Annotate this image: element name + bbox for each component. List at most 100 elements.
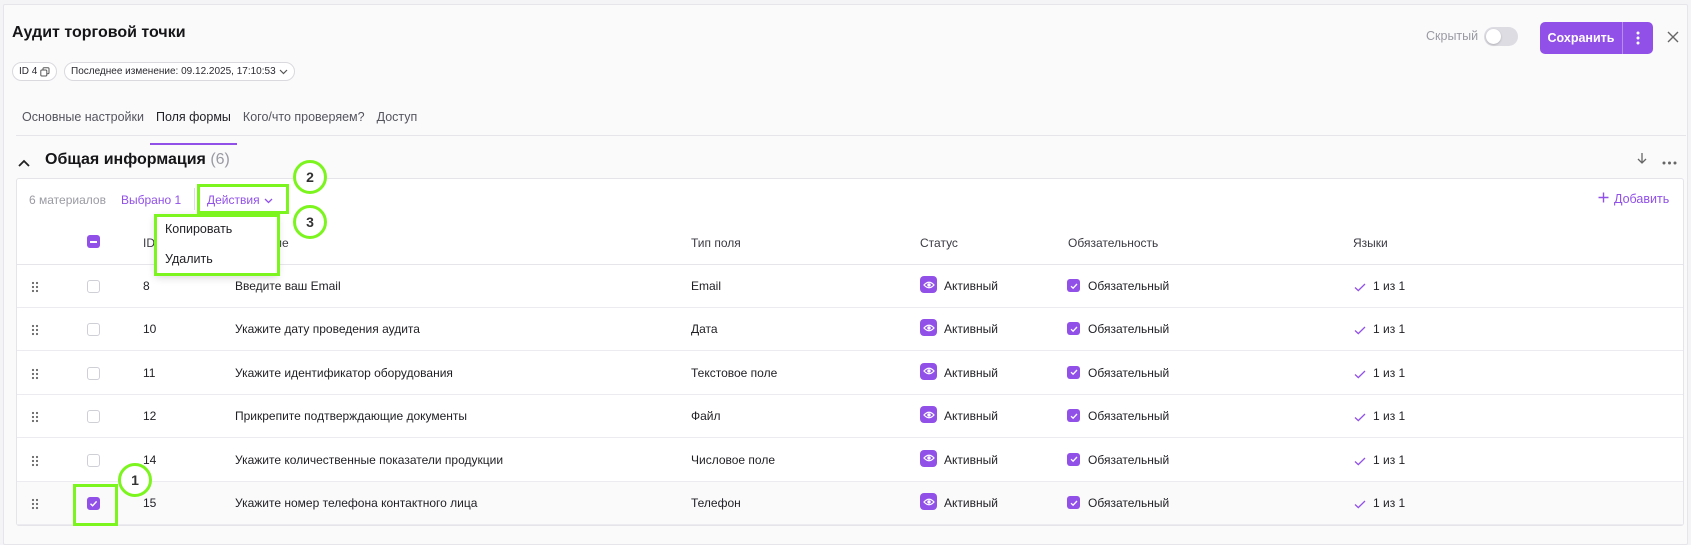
cell-langs: 1 из 1 xyxy=(1373,322,1406,337)
cell-required: Обязательный xyxy=(1088,322,1170,337)
cell-type: Телефон xyxy=(691,496,741,510)
toolbar-divider xyxy=(194,188,195,210)
cell-status: Активный xyxy=(944,322,998,337)
cell-id: 8 xyxy=(143,279,150,293)
cell-status: Активный xyxy=(944,409,998,424)
save-button[interactable]: Сохранить xyxy=(1540,31,1622,45)
cell-name: Укажите номер телефона контактного лица xyxy=(235,496,478,510)
col-type: Тип поля xyxy=(691,236,741,250)
add-button[interactable]: Добавить xyxy=(1598,192,1669,206)
cell-id: 14 xyxy=(143,452,157,467)
cell-name: Введите ваш Email xyxy=(235,279,341,293)
table-row[interactable]: 11 Укажите идентификатор оборудования Текс… xyxy=(17,352,1683,395)
table-row[interactable]: 12 Прикрепите подтверждающие документы Фай… xyxy=(17,395,1683,439)
drag-handle-icon[interactable] xyxy=(31,367,39,385)
table-row[interactable]: 14 Укажите количественные показатели прод… xyxy=(17,439,1683,482)
drag-handle-icon[interactable] xyxy=(31,497,39,515)
hidden-toggle[interactable] xyxy=(1484,27,1518,46)
required-checkbox[interactable] xyxy=(1067,409,1080,423)
row-checkbox[interactable] xyxy=(87,366,100,380)
drag-handle-icon[interactable] xyxy=(31,410,39,428)
row-checkbox[interactable] xyxy=(87,410,100,424)
cell-type: Файл xyxy=(691,409,721,424)
col-required: Обязательность xyxy=(1068,236,1159,250)
annotation-badge-3: 3 xyxy=(293,205,327,239)
drag-handle-icon[interactable] xyxy=(31,323,39,341)
required-checkbox[interactable] xyxy=(1067,322,1080,336)
cell-id: 12 xyxy=(143,409,157,424)
cell-status: Активный xyxy=(944,452,998,467)
chevron-up-icon[interactable] xyxy=(18,154,30,172)
drag-handle-icon[interactable] xyxy=(31,454,39,472)
last-change-chip[interactable]: Последнее изменение: 09.12.2025, 17:10:5… xyxy=(64,62,295,81)
cell-langs: 1 из 1 xyxy=(1373,279,1406,293)
cell-langs: 1 из 1 xyxy=(1373,496,1406,510)
section-title-text: Общая информация xyxy=(45,151,206,168)
row-checkbox[interactable] xyxy=(87,453,100,467)
check-icon xyxy=(1354,279,1366,297)
id-chip[interactable]: ID 4 xyxy=(12,62,58,81)
required-checkbox[interactable] xyxy=(1067,496,1080,509)
check-icon xyxy=(1354,366,1366,384)
cell-type: Email xyxy=(691,279,722,293)
cell-type: Числовое поле xyxy=(691,452,776,467)
cell-required: Обязательный xyxy=(1088,452,1170,467)
cell-name: Укажите идентификатор оборудования xyxy=(235,365,453,380)
cell-required: Обязательный xyxy=(1088,365,1170,380)
check-icon xyxy=(1354,322,1366,340)
cell-name: Укажите количественные показатели продук… xyxy=(235,452,504,467)
highlight-dropdown xyxy=(154,214,280,276)
hidden-label: Скрытый xyxy=(1426,29,1479,43)
eye-icon xyxy=(920,406,937,424)
required-checkbox[interactable] xyxy=(1067,365,1080,379)
materials-count: 6 материалов xyxy=(29,193,106,207)
copy-icon xyxy=(40,66,50,77)
cell-langs: 1 из 1 xyxy=(1373,452,1406,467)
tab-who-check[interactable]: Кого/что проверяем? xyxy=(237,110,371,136)
plus-icon xyxy=(1598,192,1609,206)
cell-langs: 1 из 1 xyxy=(1373,409,1406,424)
col-langs: Языки xyxy=(1353,236,1388,250)
tab-main-settings[interactable]: Основные настройки xyxy=(16,110,150,136)
cell-name: Прикрепите подтверждающие документы xyxy=(235,409,468,424)
cell-status: Активный xyxy=(944,496,998,510)
col-status: Статус xyxy=(920,236,958,250)
tabs: Основные настройки Поля формы Кого/что п… xyxy=(16,110,424,145)
cell-name: Укажите дату проведения аудита xyxy=(235,322,420,337)
tab-access[interactable]: Доступ xyxy=(371,110,424,136)
cell-type: Дата xyxy=(691,322,718,337)
section-title: Общая информация (6) xyxy=(45,151,230,169)
required-checkbox[interactable] xyxy=(1067,452,1080,466)
add-label: Добавить xyxy=(1614,192,1670,206)
select-all-checkbox[interactable] xyxy=(87,235,100,248)
cell-id: 10 xyxy=(143,322,157,337)
cell-required: Обязательный xyxy=(1088,409,1170,424)
required-checkbox[interactable] xyxy=(1067,279,1080,292)
section-count: (6) xyxy=(210,151,230,168)
tabs-divider xyxy=(16,135,1686,136)
chevron-down-icon xyxy=(279,69,288,75)
eye-icon xyxy=(920,449,937,467)
drag-handle-icon[interactable] xyxy=(31,280,39,298)
close-icon[interactable] xyxy=(1667,30,1679,48)
cell-status: Активный xyxy=(944,365,998,380)
id-chip-label: ID 4 xyxy=(19,66,38,77)
tab-form-fields[interactable]: Поля формы xyxy=(149,110,237,145)
last-change-label: Последнее изменение: 09.12.2025, 17:10:5… xyxy=(71,66,276,77)
more-vertical-icon[interactable] xyxy=(1623,31,1653,45)
more-horizontal-icon[interactable] xyxy=(1662,152,1677,170)
eye-icon xyxy=(920,362,937,380)
selected-count[interactable]: Выбрано 1 xyxy=(121,193,181,207)
highlight-actions xyxy=(197,184,289,214)
arrow-down-icon[interactable] xyxy=(1637,152,1647,170)
cell-langs: 1 из 1 xyxy=(1373,365,1406,380)
row-checkbox[interactable] xyxy=(87,323,100,337)
row-checkbox[interactable] xyxy=(87,280,100,293)
eye-icon xyxy=(920,276,937,293)
table-row[interactable]: 10 Укажите дату проведения аудита Дата Акти… xyxy=(17,308,1683,352)
eye-icon xyxy=(920,319,937,337)
table-row[interactable]: 15 Укажите номер телефона контактного лиц… xyxy=(17,482,1683,525)
cell-id: 15 xyxy=(143,496,157,510)
highlight-row-checkbox xyxy=(73,484,118,526)
cell-status: Активный xyxy=(944,279,998,293)
